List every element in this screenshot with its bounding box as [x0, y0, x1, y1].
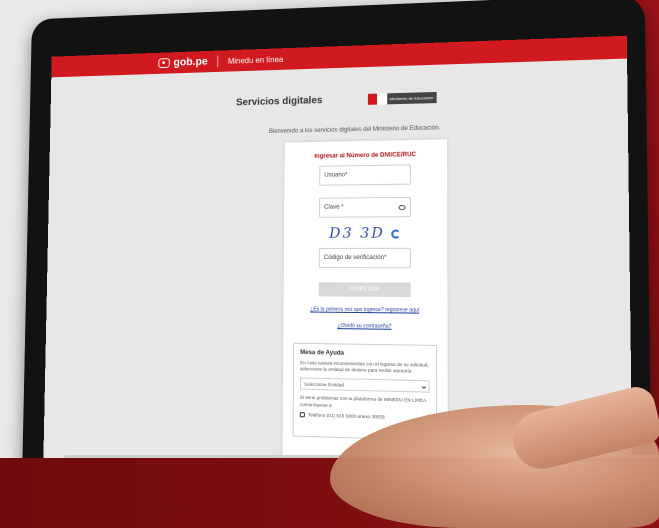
- verification-code-field[interactable]: Código de verificación*: [318, 247, 411, 269]
- entity-select[interactable]: Seleccione Entidad: [299, 377, 430, 394]
- phone-text: Teléfono (01) 615 5800 anexo 30505: [307, 412, 385, 420]
- refresh-icon[interactable]: [391, 228, 401, 239]
- forgot-password-link[interactable]: ¿Olvidó su contraseña?: [283, 322, 447, 330]
- entity-select-value: Seleccione Entidad: [304, 381, 344, 388]
- peru-flag-icon: [367, 93, 377, 105]
- topbar-divider: [217, 55, 219, 68]
- gob-shield-icon: [158, 58, 170, 69]
- help-title: Mesa de Ayuda: [300, 349, 344, 357]
- badge-text: Ministerio de Educación: [389, 94, 434, 101]
- password-label: Clave *: [324, 204, 344, 211]
- gob-logo[interactable]: gob.pe: [158, 55, 208, 69]
- verification-code-label: Código de verificación*: [323, 254, 387, 262]
- welcome-text: Bienvenido a los servicios digitales del…: [268, 125, 441, 135]
- phone-icon: [299, 411, 305, 418]
- logo-text: gob.pe: [173, 55, 208, 69]
- chevron-down-icon: [421, 384, 427, 389]
- page-title: Servicios digitales: [236, 94, 323, 108]
- password-field[interactable]: Clave *: [319, 196, 411, 218]
- username-label: Usuario*: [324, 172, 348, 179]
- register-link[interactable]: ¿Es la primera vez que ingresa? registre…: [283, 306, 447, 314]
- topbar-subtitle: Minedu en línea: [227, 54, 284, 66]
- help-note: Si tiene problemas con la plataforma de …: [299, 395, 428, 408]
- submit-button[interactable]: INGRESAR: [318, 282, 411, 298]
- help-text: En caso tuviera inconvenientes con el in…: [300, 360, 429, 374]
- login-heading: Ingresar al Número de DNI/CE/RUC: [314, 152, 416, 160]
- page-header: Servicios digitales Ministerio de Educac…: [236, 87, 437, 112]
- captcha-image: D3 3D: [329, 225, 385, 242]
- eye-icon[interactable]: [398, 204, 406, 210]
- username-field[interactable]: Usuario*: [319, 164, 411, 186]
- captcha-row: D3 3D: [319, 225, 411, 242]
- shield-emblem-icon: [376, 92, 387, 105]
- minedu-badge: Ministerio de Educación: [367, 91, 437, 105]
